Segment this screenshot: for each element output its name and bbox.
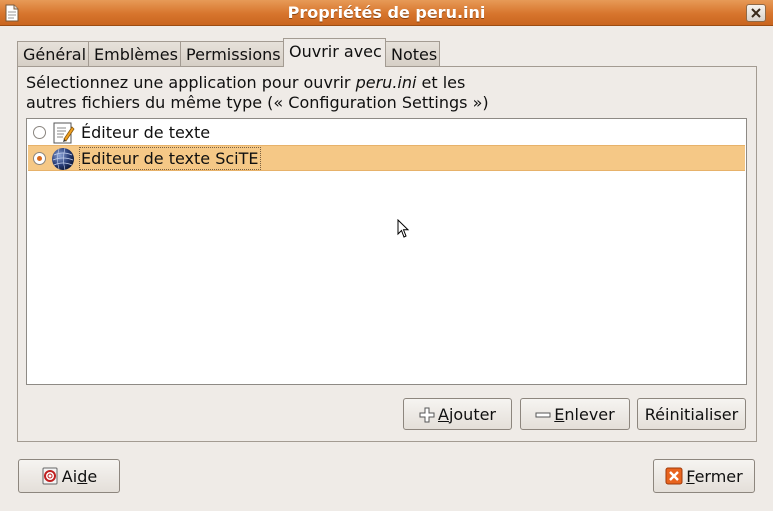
text-editor-icon [53,122,75,144]
plus-icon [419,407,435,423]
close-mnemonic: F [686,467,695,486]
remove-mnemonic: E [554,405,565,424]
title-bar[interactable]: Propriétés de peru.ini [0,0,773,26]
close-icon [751,8,761,18]
close-button[interactable]: Fermer [653,459,755,493]
help-label-pre: Ai [61,467,78,486]
list-item[interactable]: Éditeur de texte [28,120,745,146]
close-label-post: ermer [694,467,743,486]
add-mnemonic: A [437,405,449,424]
tab-ouvrir-avec[interactable]: Ouvrir avec [283,38,386,67]
reset-label: Réinitialiser [644,405,739,424]
tab-permissions[interactable]: Permissions [180,41,284,66]
description-line2: autres fichiers du même type (« Configur… [26,93,489,112]
list-item-selected[interactable]: Editeur de texte SciTE [28,145,745,171]
remove-button[interactable]: Enlever [520,398,630,430]
tab-general[interactable]: Général [17,41,89,66]
tab-emblemes[interactable]: Emblèmes [88,41,181,66]
add-label-post: jouter [448,405,497,424]
description: Sélectionnez une application pour ouvrir… [26,73,726,113]
mouse-cursor-icon [397,219,410,238]
description-line1-suffix: et les [416,73,466,92]
scite-icon [52,147,74,171]
help-icon [42,467,58,485]
add-button[interactable]: Ajouter [403,398,512,430]
close-icon [665,467,683,485]
tab-notes[interactable]: Notes [385,41,440,66]
radio-button-selected[interactable] [33,152,46,165]
description-line1-prefix: Sélectionnez une application pour ouvrir [26,73,356,92]
window-close-button[interactable] [746,4,766,22]
help-button[interactable]: Aide [18,459,120,493]
help-label-post: e [87,467,98,486]
description-filename: peru.ini [355,73,417,92]
radio-button[interactable] [33,126,46,139]
application-label: Editeur de texte SciTE [79,147,261,170]
minus-icon [535,412,551,418]
window-title: Propriétés de peru.ini [287,3,486,22]
application-list[interactable]: Éditeur de texte Editeur de texte SciTE [26,118,747,385]
help-mnemonic: d [77,467,88,486]
reset-button[interactable]: Réinitialiser [637,398,746,430]
remove-label-post: nlever [564,405,615,424]
application-label: Éditeur de texte [81,123,211,142]
